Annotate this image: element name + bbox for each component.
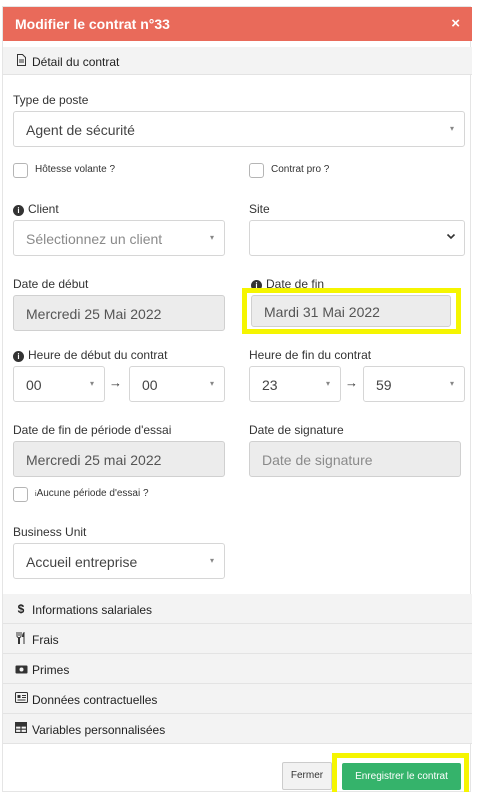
- caret-down-icon: ▾: [89, 379, 94, 388]
- business-unit-select[interactable]: Accueil entreprise ▾: [13, 543, 225, 579]
- close-icon[interactable]: ×: [451, 15, 460, 32]
- section-label: Frais: [32, 633, 59, 647]
- id-card-icon: [14, 692, 28, 706]
- modal-header: Modifier le contrat n°33 ×: [3, 7, 472, 41]
- date-fin-value: Mardi 31 Mai 2022: [264, 304, 380, 320]
- type-poste-label: Type de poste: [13, 93, 89, 107]
- date-debut-value: Mercredi 25 Mai 2022: [26, 306, 162, 322]
- section-label: Données contractuelles: [32, 693, 158, 707]
- heure-debut-hour: 00: [26, 377, 42, 393]
- date-debut-field[interactable]: Mercredi 25 Mai 2022: [13, 295, 225, 331]
- heure-debut-minute: 00: [142, 377, 158, 393]
- caret-down-icon: ▾: [209, 233, 214, 242]
- caret-down-icon: ▾: [449, 379, 454, 388]
- fin-essai-value: Mercredi 25 mai 2022: [26, 452, 162, 468]
- heure-debut-minute-select[interactable]: 00 ▾: [129, 366, 225, 402]
- money-bill-icon: [14, 663, 28, 677]
- client-placeholder: Sélectionnez un client: [26, 231, 163, 247]
- heure-fin-minute-select[interactable]: 59 ▾: [363, 366, 465, 402]
- heure-fin-hour-select[interactable]: 23 ▾: [249, 366, 341, 402]
- modal-title: Modifier le contrat n°33: [15, 16, 170, 32]
- section-label: Informations salariales: [32, 603, 153, 617]
- heure-debut-label: i Heure de début du contrat: [13, 348, 167, 362]
- contrat-pro-checkbox[interactable]: [249, 163, 264, 178]
- section-variables-personnalisees[interactable]: Variables personnalisées: [3, 714, 472, 744]
- hotesse-volante-checkbox[interactable]: [13, 163, 28, 178]
- caret-down-icon: ▾: [449, 124, 454, 133]
- section-label: Détail du contrat: [32, 55, 120, 69]
- heure-fin-minute: 59: [376, 377, 392, 393]
- type-poste-select[interactable]: Agent de sécurité ▾: [13, 111, 465, 147]
- client-label: i Client: [13, 202, 59, 216]
- utensils-icon: [14, 632, 28, 647]
- fin-essai-field[interactable]: Mercredi 25 mai 2022: [13, 441, 225, 477]
- section-primes[interactable]: Primes: [3, 654, 472, 684]
- caret-down-icon: ▾: [209, 379, 214, 388]
- date-signature-placeholder: Date de signature: [262, 452, 373, 468]
- contract-modal: Modifier le contrat n°33 × Détail du con…: [2, 6, 472, 792]
- business-unit-value: Accueil entreprise: [26, 554, 138, 570]
- client-select[interactable]: Sélectionnez un client ▾: [13, 220, 225, 256]
- chevron-down-icon: [446, 230, 456, 244]
- date-signature-label: Date de signature: [249, 423, 344, 437]
- section-informations-salariales[interactable]: $ Informations salariales: [3, 594, 472, 624]
- section-detail-contrat[interactable]: Détail du contrat: [3, 47, 472, 75]
- date-debut-label: Date de début: [13, 277, 89, 291]
- date-signature-field[interactable]: Date de signature: [249, 441, 461, 477]
- type-poste-value: Agent de sécurité: [26, 122, 135, 138]
- contrat-pro-label: Contrat pro ?: [271, 164, 330, 175]
- site-select[interactable]: [249, 220, 465, 256]
- caret-down-icon: ▾: [209, 556, 214, 565]
- table-icon: [14, 721, 28, 736]
- dollar-icon: $: [17, 602, 25, 616]
- hotesse-volante-label: Hôtesse volante ?: [35, 164, 116, 175]
- caret-down-icon: ▾: [325, 379, 330, 388]
- fin-essai-label: Date de fin de période d'essai: [13, 423, 172, 437]
- date-fin-field[interactable]: Mardi 31 Mai 2022: [251, 295, 451, 327]
- info-icon: i: [13, 351, 24, 362]
- section-label: Primes: [32, 663, 70, 677]
- site-label: Site: [249, 202, 270, 216]
- section-label: Variables personnalisées: [32, 723, 166, 737]
- save-contract-button[interactable]: Enregistrer le contrat: [342, 763, 461, 790]
- section-donnees-contractuelles[interactable]: Données contractuelles: [3, 684, 472, 714]
- info-icon: i: [13, 205, 24, 216]
- arrow-right-icon: →: [109, 375, 122, 390]
- section-frais[interactable]: Frais: [3, 624, 472, 654]
- heure-debut-hour-select[interactable]: 00 ▾: [13, 366, 105, 402]
- heure-fin-hour: 23: [262, 377, 278, 393]
- document-icon: [14, 54, 28, 69]
- aucune-essai-checkbox[interactable]: [13, 487, 28, 502]
- aucune-essai-label: iAucune période d'essai ?: [35, 488, 149, 499]
- business-unit-label: Business Unit: [13, 525, 87, 539]
- arrow-right-icon: →: [345, 375, 358, 390]
- heure-fin-label: Heure de fin du contrat: [249, 348, 372, 362]
- close-button[interactable]: Fermer: [282, 762, 332, 790]
